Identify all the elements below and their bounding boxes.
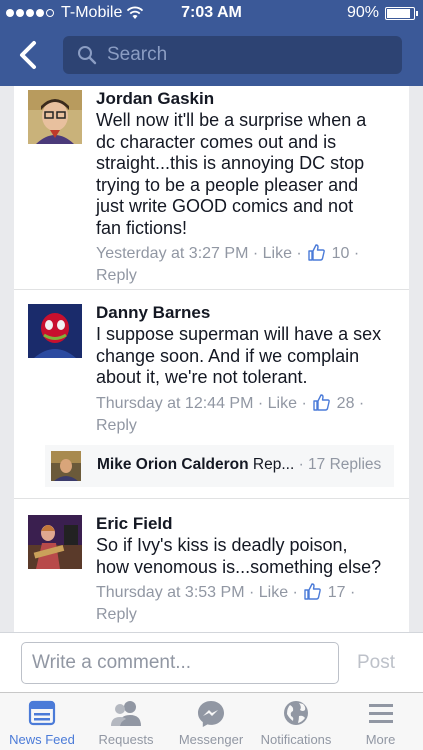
tab-news-feed[interactable]: News Feed <box>0 693 84 750</box>
comment-item: Eric Field So if Ivy's kiss is deadly po… <box>14 499 409 632</box>
comment-meta: Thursday at 12:44 PM · Like · 28 · Reply <box>96 393 365 434</box>
comment-item: Jordan Gaskin Well now it'll be a surpri… <box>14 86 409 289</box>
reply-avatar[interactable] <box>51 451 81 481</box>
comment-line: So if Ivy's kiss is deadly poison, <box>96 535 348 555</box>
like-link[interactable]: Like <box>259 584 288 601</box>
globe-icon <box>284 701 308 725</box>
reply-snippet: Rep... <box>252 456 295 473</box>
comment-text: I suppose superman will have a sex chang… <box>96 324 396 389</box>
comment-text: So if Ivy's kiss is deadly poison, how v… <box>96 535 396 578</box>
tab-label: Requests <box>98 732 154 747</box>
comment-timestamp: Yesterday at 3:27 PM <box>96 245 249 262</box>
comment-author[interactable]: Jordan Gaskin <box>96 88 396 110</box>
reply-link[interactable]: Reply <box>96 267 137 284</box>
tab-label: More <box>365 732 396 747</box>
reply-preview-text: Mike Orion Calderon Rep... · 17 Replies <box>97 456 382 473</box>
comment-input[interactable] <box>21 642 339 684</box>
search-icon <box>78 46 97 65</box>
reply-author[interactable]: Mike Orion Calderon <box>97 456 249 473</box>
tab-label: Notifications <box>260 732 332 747</box>
comment-line: fan fictions! <box>96 217 188 238</box>
comments-list: Jordan Gaskin Well now it'll be a surpri… <box>14 86 409 632</box>
reply-link[interactable]: Reply <box>96 606 137 623</box>
comment-line: change soon. And if we complain <box>96 345 360 366</box>
reply-count[interactable]: 17 Replies <box>308 456 381 473</box>
tab-label: News Feed <box>9 732 75 747</box>
friend-requests-icon <box>111 701 141 726</box>
reply-preview[interactable]: Mike Orion Calderon Rep... · 17 Replies <box>45 445 394 487</box>
comment-line: straight...this is annoying DC stop <box>96 153 365 173</box>
search-bar[interactable] <box>63 36 402 74</box>
back-arrow-icon[interactable] <box>14 38 44 72</box>
tab-requests[interactable]: Requests <box>84 693 168 750</box>
tab-notifications[interactable]: Notifications <box>254 693 338 750</box>
comment-body: Jordan Gaskin Well now it'll be a surpri… <box>96 88 396 287</box>
like-link[interactable]: Like <box>268 395 297 412</box>
reply-link[interactable]: Reply <box>96 417 137 434</box>
comment-line: how venomous is...something else? <box>96 556 382 577</box>
comment-timestamp: Thursday at 12:44 PM <box>96 394 254 412</box>
comment-line: about it, we're not tolerant. <box>96 367 308 387</box>
comment-meta: Thursday at 3:53 PM · Like · 17 · Reply <box>96 583 356 623</box>
news-feed-icon <box>28 700 56 726</box>
thumbs-up-icon <box>313 393 331 411</box>
comment-author[interactable]: Danny Barnes <box>96 302 396 324</box>
comment-timestamp: Thursday at 3:53 PM <box>96 584 245 601</box>
status-right: 90% <box>346 4 418 22</box>
comment-line: trying to be a people pleaser and <box>96 174 359 195</box>
menu-icon <box>368 704 393 723</box>
thumbs-up-icon <box>308 244 326 261</box>
comment-body: Danny Barnes I suppose superman will hav… <box>96 302 396 437</box>
comment-line: Well now it'll be a surprise when a <box>96 110 367 130</box>
search-input[interactable] <box>107 36 387 74</box>
like-link[interactable]: Like <box>263 245 292 262</box>
comment-line: dc character comes out and is <box>96 131 337 152</box>
tab-messenger[interactable]: Messenger <box>168 693 254 750</box>
comment-body: Eric Field So if Ivy's kiss is deadly po… <box>96 513 396 626</box>
comment-line: just write GOOD comics and not <box>96 196 354 216</box>
status-bar: T-Mobile 7:03 AM 90% <box>0 0 423 28</box>
battery-icon <box>385 6 418 20</box>
avatar[interactable] <box>28 304 82 358</box>
post-button[interactable]: Post <box>357 652 395 674</box>
battery-percent: 90% <box>346 4 379 21</box>
tab-label: Messenger <box>178 732 244 747</box>
comment-meta: Yesterday at 3:27 PM · Like · 10 · Reply <box>96 244 360 284</box>
messenger-icon <box>198 701 224 727</box>
comment-composer: Post <box>0 632 423 692</box>
comment-author[interactable]: Eric Field <box>96 513 396 535</box>
comment-line: I suppose superman will have a sex <box>96 324 382 344</box>
like-count: 17 <box>327 584 346 601</box>
comment-text: Well now it'll be a surprise when a dc c… <box>96 110 396 239</box>
tab-more[interactable]: More <box>338 693 423 750</box>
like-count: 28 <box>336 394 355 412</box>
thumbs-up-icon <box>304 583 322 600</box>
tab-bar: News Feed Requests Messenger Notificatio… <box>0 692 423 750</box>
like-count: 10 <box>331 245 350 262</box>
avatar[interactable] <box>28 515 82 569</box>
top-bar: T-Mobile 7:03 AM 90% <box>0 0 423 86</box>
avatar[interactable] <box>28 90 82 144</box>
